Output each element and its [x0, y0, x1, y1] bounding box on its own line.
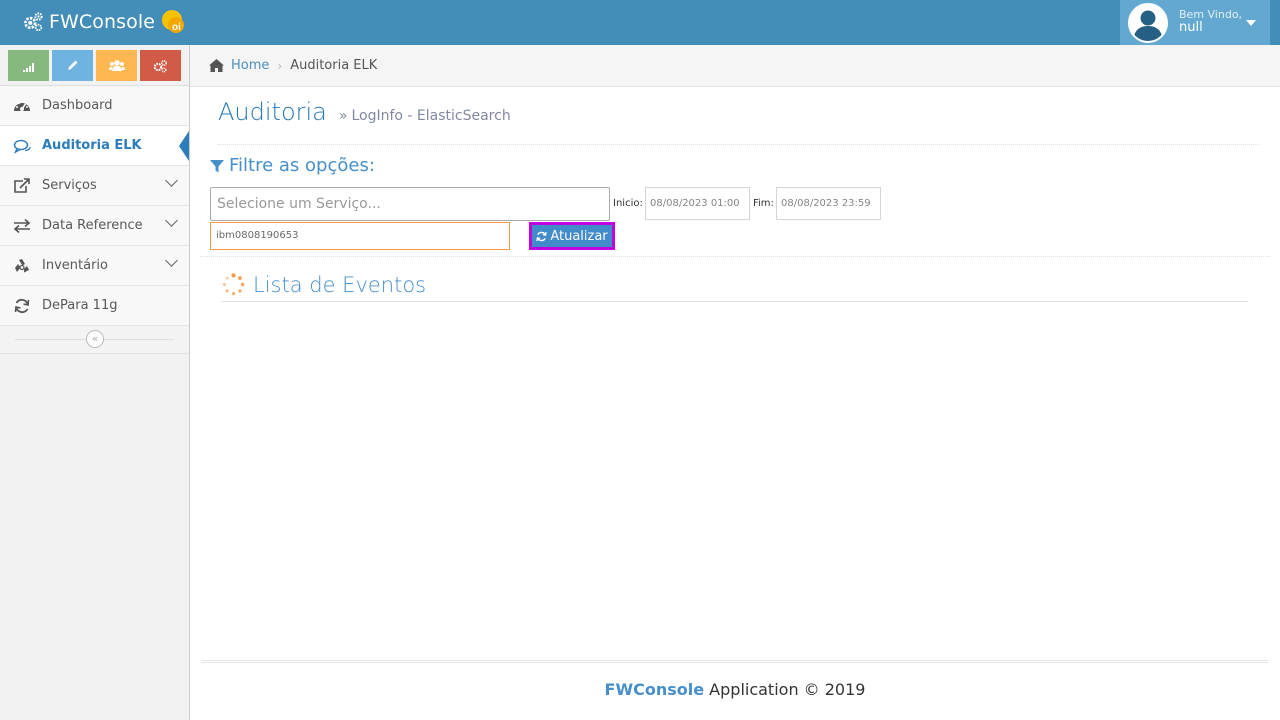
sidebar-item-auditoria-elk[interactable]: Auditoria ELK — [0, 126, 189, 166]
sidebar-item-servicos[interactable]: Serviços — [0, 166, 189, 206]
user-name: null — [1179, 20, 1203, 36]
signal-icon — [22, 62, 34, 72]
start-date-input[interactable]: 08/08/2023 01:00 — [645, 187, 750, 220]
sidebar-item-depara-11g[interactable]: DePara 11g — [0, 286, 189, 326]
comments-icon — [13, 137, 31, 155]
tachometer-icon — [13, 97, 31, 115]
footer: FWConsole Application © 2019 — [202, 660, 1268, 720]
sidebar-item-label: Data Reference — [42, 218, 143, 233]
chevron-down-icon — [165, 254, 178, 267]
user-avatar-icon — [1130, 4, 1166, 41]
filter-icon — [210, 159, 224, 172]
sidebar-item-inventario[interactable]: Inventário — [0, 246, 189, 286]
sidebar-nav: Dashboard Auditoria ELK Serviços Data Re… — [0, 86, 189, 326]
home-icon — [209, 59, 224, 72]
end-date-label: Fim: — [753, 198, 774, 209]
start-date-label: Inicio: — [613, 198, 643, 209]
sidebar-shortcuts — [0, 45, 189, 86]
user-menu-toggle[interactable]: Bem Vindo, null — [1120, 0, 1270, 45]
shortcut-cogs-button[interactable] — [140, 50, 181, 81]
breadcrumb-current: Auditoria ELK — [290, 58, 378, 73]
filter-title: Filtre as opções: — [210, 155, 375, 176]
oi-logo: oi — [160, 9, 186, 35]
update-button[interactable]: Atualizar — [532, 225, 612, 247]
service-select[interactable]: Selecione um Serviço... — [210, 187, 610, 221]
page-subtitle-text: LogInfo - ElasticSearch — [351, 108, 511, 124]
shortcut-users-button[interactable] — [96, 50, 137, 81]
oi-logo-icon: oi — [162, 10, 185, 33]
svg-text:oi: oi — [172, 22, 181, 33]
recycle-icon — [13, 257, 31, 275]
breadcrumb: Home › Auditoria ELK — [190, 45, 1280, 87]
update-button-label: Atualizar — [550, 228, 608, 244]
cogs-icon — [24, 12, 43, 32]
sidebar-collapse-button[interactable]: « — [86, 330, 104, 348]
page-header: Auditoria » LogInfo - ElasticSearch — [218, 98, 1260, 145]
page-title: Auditoria — [218, 98, 327, 126]
events-header: Lista de Eventos — [222, 268, 1248, 302]
search-input[interactable]: ibm0808190653 — [210, 222, 510, 250]
caret-down-icon — [1246, 20, 1256, 26]
double-angle-right-icon: » — [338, 108, 348, 124]
breadcrumb-separator: › — [277, 58, 283, 73]
refresh-icon — [536, 231, 548, 241]
shortcut-signal-button[interactable] — [8, 50, 49, 81]
chevron-down-icon — [165, 214, 178, 227]
sidebar-item-dashboard[interactable]: Dashboard — [0, 86, 189, 126]
filter-divider — [200, 256, 1270, 257]
external-link-icon — [13, 177, 31, 195]
user-info: Bem Vindo, null — [1179, 9, 1242, 35]
sidebar-item-label: Serviços — [42, 178, 97, 193]
avatar — [1128, 2, 1168, 43]
footer-text: Application © 2019 — [704, 680, 866, 699]
pencil-icon — [68, 60, 78, 70]
refresh-icon — [13, 297, 31, 315]
users-icon — [108, 60, 125, 71]
update-button-highlight: Atualizar — [529, 222, 615, 250]
events-title: Lista de Eventos — [253, 272, 427, 297]
sidebar-item-label: DePara 11g — [42, 298, 118, 313]
brand-link[interactable]: FWConsole oi — [22, 8, 186, 36]
cogs-icon — [153, 59, 168, 72]
exchange-icon — [13, 217, 31, 235]
app-title: FWConsole — [49, 11, 156, 33]
filter-title-text: Filtre as opções: — [229, 155, 375, 176]
sidebar-item-data-reference[interactable]: Data Reference — [0, 206, 189, 246]
sidebar-item-label: Dashboard — [42, 98, 113, 113]
sidebar: Dashboard Auditoria ELK Serviços Data Re… — [0, 45, 190, 720]
spinner-icon — [222, 273, 245, 296]
page-subtitle: » LogInfo - ElasticSearch — [339, 108, 511, 124]
shortcut-pencil-button[interactable] — [52, 50, 93, 81]
footer-brand: FWConsole — [604, 680, 705, 699]
sidebar-item-label: Inventário — [42, 258, 108, 273]
sidebar-collapse-bar: « — [0, 326, 189, 354]
top-navbar: FWConsole oi Bem Vindo, null — [0, 0, 1280, 45]
chevron-down-icon — [165, 174, 178, 187]
sidebar-item-label: Auditoria ELK — [42, 138, 142, 153]
breadcrumb-home-link[interactable]: Home — [231, 58, 269, 73]
end-date-input[interactable]: 08/08/2023 23:59 — [776, 187, 881, 220]
